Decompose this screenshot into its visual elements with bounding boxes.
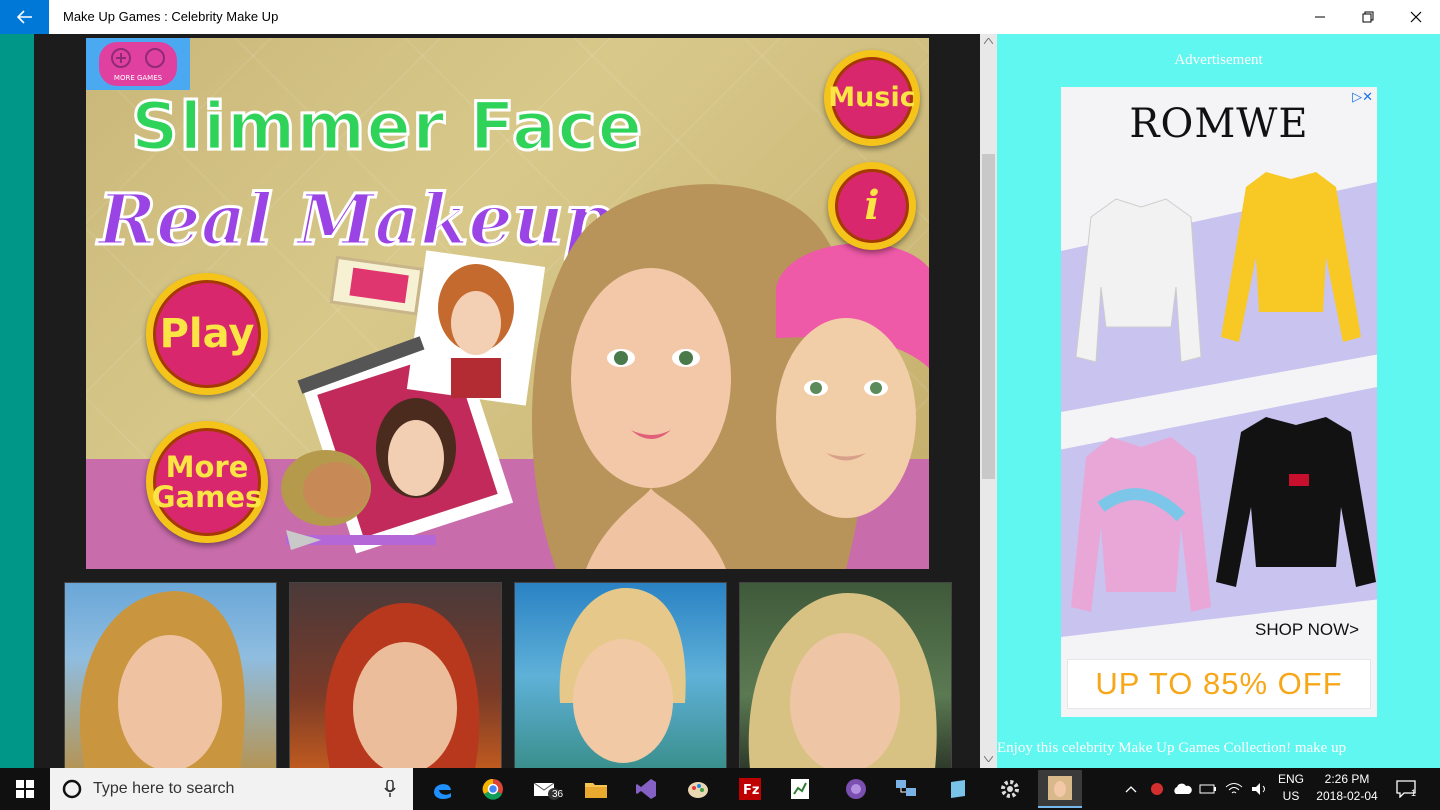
thumbnail-1-portrait — [79, 591, 245, 769]
chrome-icon[interactable] — [471, 772, 515, 806]
microphone-icon[interactable] — [384, 780, 396, 798]
thumbnail-4-portrait — [748, 593, 937, 769]
restore-button[interactable] — [1344, 0, 1392, 34]
close-icon — [1410, 11, 1422, 23]
close-button[interactable] — [1392, 0, 1440, 34]
gamepad-buttons-icon — [111, 48, 165, 68]
music-button[interactable]: Music — [824, 50, 920, 146]
game-description: Enjoy this celebrity Make Up Games Colle… — [997, 740, 1347, 756]
advertisement-label: Advertisement — [1174, 52, 1263, 68]
sidebar: Advertisement ▷✕ ROMWE SHOP NOW> UP TO 8… — [997, 34, 1440, 768]
network-app-icon[interactable] — [884, 772, 928, 806]
mail-badge: 36 — [552, 789, 564, 800]
battery-icon[interactable] — [1196, 772, 1220, 806]
mail-icon[interactable]: 36 — [524, 772, 568, 806]
notification-center-icon[interactable]: 1 — [1388, 772, 1424, 806]
clock-time: 2:26 PM — [1324, 772, 1370, 786]
window-title: Make Up Games : Celebrity Make Up — [63, 9, 279, 24]
wifi-icon[interactable] — [1222, 772, 1246, 806]
title-bar: Make Up Games : Celebrity Make Up — [0, 0, 1440, 34]
language-line2: US — [1282, 789, 1300, 803]
windows-logo-icon — [16, 780, 34, 798]
edge-icon[interactable] — [420, 772, 464, 806]
main-girl-face — [571, 268, 731, 488]
security-tray-icon[interactable] — [1146, 772, 1168, 806]
settings-icon[interactable] — [988, 772, 1032, 806]
scroll-down-icon — [984, 756, 993, 762]
minimize-button[interactable] — [1296, 0, 1344, 34]
gamepad-icon: MORE GAMES — [99, 42, 177, 86]
visual-studio-icon[interactable] — [624, 772, 668, 806]
thumbnail-2-portrait — [324, 603, 480, 769]
game-banner[interactable]: Slimmer Face Real Makeup Play More Games… — [86, 38, 929, 569]
paint-icon[interactable] — [676, 772, 720, 806]
cortana-icon — [62, 779, 82, 799]
media-app-icon[interactable] — [834, 772, 878, 806]
photo-frame-redhead — [406, 250, 546, 406]
left-gutter — [0, 34, 34, 768]
spreadsheet-app-icon[interactable] — [778, 772, 822, 806]
game-thumbnail-3[interactable] — [514, 582, 727, 770]
more-games-button[interactable]: More Games — [146, 421, 268, 543]
language-line1: ENG — [1277, 772, 1304, 786]
scroll-up-icon — [984, 38, 993, 44]
volume-icon[interactable] — [1248, 772, 1272, 806]
game-thumbnail-4[interactable] — [739, 582, 952, 770]
game-thumbnail-1[interactable] — [64, 582, 277, 770]
more-games-label-line1: More — [165, 449, 249, 484]
notes-app-icon[interactable] — [936, 772, 980, 806]
notification-count: 1 — [1411, 788, 1417, 798]
ad-offer[interactable]: UP TO 85% OFF — [1067, 659, 1371, 709]
play-label: Play — [159, 311, 255, 357]
ad-shop-now[interactable]: SHOP NOW> — [1255, 620, 1359, 640]
more-games-label: More Games — [151, 449, 263, 514]
minimize-icon — [1315, 16, 1325, 18]
play-button[interactable]: Play — [146, 273, 268, 395]
scrollbar-thumb[interactable] — [982, 154, 995, 479]
show-hidden-icons-chevron[interactable] — [1120, 772, 1142, 806]
ad-product-images — [1071, 172, 1376, 612]
ad-banner[interactable]: ▷✕ ROMWE SHOP NOW> UP TO 85% OFF — [1061, 87, 1377, 717]
clock[interactable]: 2:26 PM 2018-02-04 — [1314, 772, 1380, 803]
game-thumbnail-2[interactable] — [289, 582, 502, 770]
thumbnail-3-portrait — [559, 588, 686, 763]
taskbar-search-placeholder: Type here to search — [93, 780, 235, 797]
more-games-badge[interactable]: MORE GAMES — [86, 38, 190, 90]
info-button[interactable]: i — [828, 162, 916, 250]
taskbar: Type here to search 36 Fz ENG US 2:26 PM… — [0, 768, 1440, 810]
start-button[interactable] — [0, 768, 50, 810]
clock-date: 2018-02-04 — [1316, 789, 1378, 803]
language-indicator[interactable]: ENG US — [1276, 772, 1306, 803]
back-button[interactable] — [0, 0, 49, 34]
makeup-games-app-icon[interactable] — [1038, 770, 1082, 808]
svg-text:Fz: Fz — [743, 783, 759, 798]
back-arrow-icon — [16, 10, 32, 24]
info-label: i — [864, 182, 880, 229]
more-games-label-line2: Games — [151, 480, 263, 514]
music-label: Music — [828, 81, 916, 113]
restore-icon — [1362, 11, 1374, 23]
file-explorer-icon[interactable] — [574, 772, 618, 806]
taskbar-search-box[interactable]: Type here to search — [50, 768, 413, 810]
onedrive-icon[interactable] — [1170, 772, 1194, 806]
filezilla-icon[interactable]: Fz — [728, 772, 772, 806]
turban-girl-face — [776, 318, 916, 518]
vertical-scrollbar[interactable] — [980, 34, 997, 768]
